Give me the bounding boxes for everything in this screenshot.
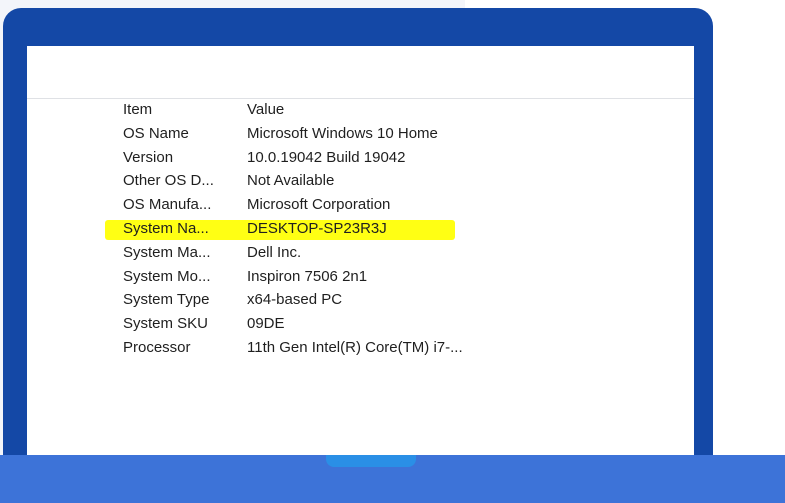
header-value: Value <box>247 101 285 118</box>
laptop-screen: Item Value OS Name Microsoft Windows 10 … <box>27 46 694 461</box>
row-item: System SKU <box>123 315 209 333</box>
row-value: Microsoft Corporation <box>247 196 391 214</box>
row-value: Dell Inc. <box>247 243 302 261</box>
row-value: 11th Gen Intel(R) Core(TM) i7-... <box>247 338 463 356</box>
row-item: OS Name <box>123 124 189 142</box>
row-item: Version <box>123 148 174 166</box>
row-value: DESKTOP-SP23R3J <box>247 219 387 237</box>
row-item: OS Manufa... <box>123 196 212 214</box>
row-value: Inspiron 7506 2n1 <box>247 267 368 285</box>
row-value: 09DE <box>247 315 285 333</box>
header-item: Item <box>123 101 153 118</box>
row-item: System Mo... <box>123 267 211 285</box>
row-value: Microsoft Windows 10 Home <box>247 124 438 142</box>
row-item: Processor <box>123 338 191 356</box>
bottom-tab <box>326 455 416 467</box>
row-item: System Type <box>123 291 210 309</box>
row-item: System Ma... <box>123 243 211 261</box>
row-item: System Na... <box>123 219 209 237</box>
row-item: Other OS D... <box>123 172 214 190</box>
row-value: 10.0.19042 Build 19042 <box>247 148 406 166</box>
row-value: x64-based PC <box>247 291 343 309</box>
row-value: Not Available <box>247 172 335 190</box>
laptop-frame: Item Value OS Name Microsoft Windows 10 … <box>3 8 713 463</box>
